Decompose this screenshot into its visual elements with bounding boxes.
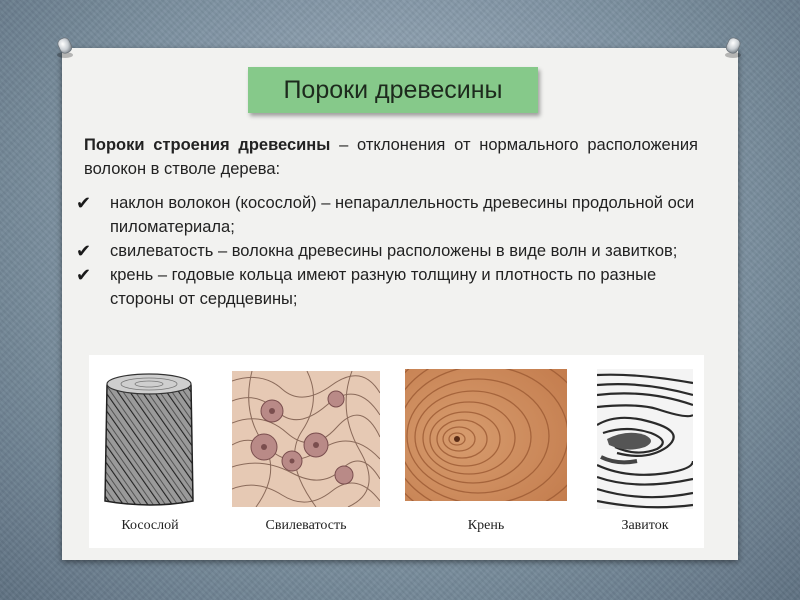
- list-item: ✔ крень – годовые кольца имеют разную тол…: [76, 263, 700, 311]
- defect-list: ✔ наклон волокон (косослой) – непараллель…: [76, 191, 700, 311]
- list-item-text: крень – годовые кольца имеют разную толщ…: [110, 266, 657, 308]
- check-mark-icon: ✔: [76, 241, 92, 261]
- curl-grain-image: [597, 369, 693, 509]
- figure-caption: Косослой: [121, 518, 179, 533]
- list-item-text: свилеватость – волокна древесины располо…: [110, 242, 678, 260]
- slide-title: Пороки древесины: [248, 67, 538, 113]
- wavy-grain-image: [232, 371, 380, 507]
- compression-wood-rings-image: [405, 369, 567, 501]
- figure-caption: Завиток: [621, 518, 669, 533]
- list-item: ✔ наклон волокон (косослой) – непараллель…: [76, 191, 700, 239]
- pushpin-icon: [725, 37, 741, 58]
- list-item-text: наклон волокон (косослой) – непараллельн…: [110, 194, 695, 236]
- list-item: ✔ свилеватость – волокна древесины распол…: [76, 239, 700, 263]
- check-mark-icon: ✔: [76, 265, 92, 285]
- cross-grain-log-image: [104, 373, 194, 506]
- figures-panel: Косослой Свилеватость Крень Завиток: [89, 355, 704, 548]
- intro-paragraph: Пороки строения древесины – отклонения о…: [84, 133, 698, 181]
- pushpin-icon: [57, 37, 73, 58]
- figure-caption: Крень: [467, 518, 505, 533]
- intro-term: Пороки строения древесины: [84, 136, 331, 154]
- figure-caption: Свилеватость: [265, 518, 347, 533]
- check-mark-icon: ✔: [76, 193, 92, 213]
